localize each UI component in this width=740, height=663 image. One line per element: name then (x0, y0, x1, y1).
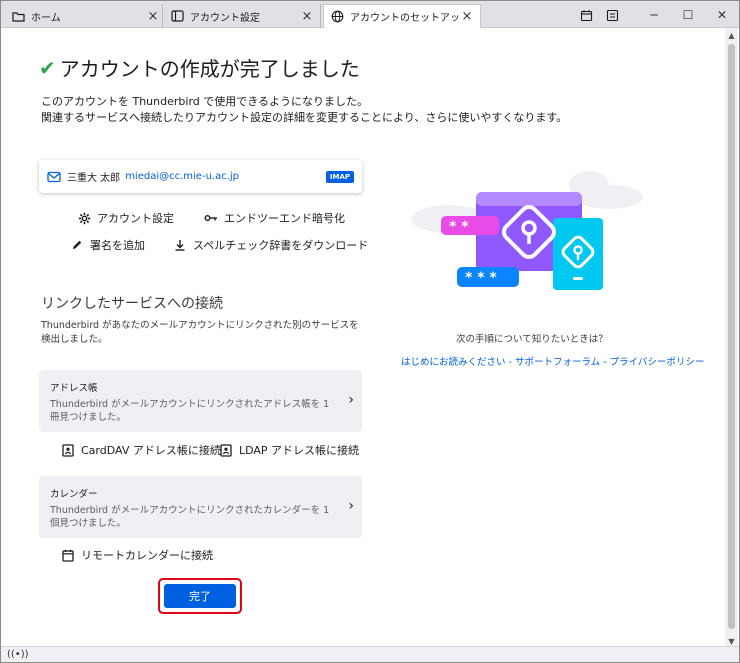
ldap-connect-link[interactable]: LDAP アドレス帳に接続 (219, 442, 359, 458)
e2e-encryption-link[interactable]: エンドツーエンド暗号化 (204, 210, 345, 226)
carddav-connect-label: CardDAV アドレス帳に接続 (81, 444, 221, 457)
checkmark-icon: ✔ (39, 55, 56, 80)
link-separator: - (603, 357, 607, 368)
app-window: ホーム アカウント設定 × アカウントのセットアップ × × ─ ☐ ✕ ▲ ▼… (0, 0, 740, 663)
add-signature-link[interactable]: 署名を追加 (70, 237, 145, 253)
window-controls: ─ ☐ ✕ (573, 4, 739, 26)
tab-home-close[interactable]: × (143, 4, 163, 28)
readme-link[interactable]: はじめにお読みください (401, 357, 506, 368)
account-settings-link[interactable]: アカウント設定 (77, 210, 174, 226)
close-icon[interactable]: × (460, 9, 474, 24)
settings-page-icon (170, 9, 184, 23)
remote-calendar-connect-link[interactable]: リモートカレンダーに接続 (61, 547, 213, 563)
tab-account-settings[interactable]: アカウント設定 × (164, 4, 321, 28)
scrollbar[interactable]: ▲ ▼ (725, 28, 738, 648)
support-forum-link[interactable]: サポートフォーラム (515, 357, 600, 368)
folder-icon (11, 9, 25, 23)
linked-services-title: リンクしたサービスへの接続 (41, 296, 223, 312)
finish-highlight: 完了 (158, 578, 242, 614)
tasks-icon[interactable] (599, 4, 625, 26)
close-window-icon[interactable]: ✕ (705, 4, 739, 26)
download-icon (173, 238, 187, 252)
protocol-badge: IMAP (325, 170, 354, 183)
page-title-text: アカウントの作成が完了しました (59, 57, 360, 81)
tab-account-setup[interactable]: アカウントのセットアップ × (323, 4, 481, 28)
svg-text:* * *: * * * (465, 270, 497, 286)
remote-calendar-connect-label: リモートカレンダーに接続 (81, 549, 213, 562)
tab-label: ホーム (31, 12, 61, 24)
e2e-encryption-label: エンドツーエンド暗号化 (224, 212, 345, 225)
calendar-desc: Thunderbird がメールアカウントにリンクされたカレンダーを 1 個見つ… (50, 505, 330, 529)
svg-text:* *: * * (449, 219, 469, 235)
online-status-icon[interactable]: ((•)) (7, 649, 29, 660)
spellcheck-download-label: スペルチェック辞書をダウンロード (193, 239, 369, 252)
link-separator: - (508, 357, 512, 368)
account-name: 三重大 太郎 (67, 173, 121, 184)
chevron-right-icon: › (348, 498, 354, 514)
add-signature-label: 署名を追加 (90, 239, 145, 252)
tab-label: アカウントのセットアップ (350, 13, 460, 24)
pen-icon (70, 238, 84, 252)
addressbook-card[interactable]: アドレス帳 Thunderbird がメールアカウントにリンクされたアドレス帳を… (39, 370, 362, 432)
chevron-right-icon: › (348, 392, 354, 408)
addressbook-desc: Thunderbird がメールアカウントにリンクされたアドレス帳を 1 冊見つ… (50, 399, 330, 423)
gear-icon (77, 211, 91, 225)
help-links: はじめにお読みください - サポートフォーラム - プライバシーポリシー (401, 354, 704, 368)
help-question: 次の手順について知りたいときは？ (456, 334, 608, 345)
maximize-icon[interactable]: ☐ (671, 4, 705, 26)
calendar-title: カレンダー (50, 489, 98, 500)
account-setup-illustration-icon: * * * * * (411, 171, 643, 290)
calendar-icon (61, 548, 75, 562)
tab-bar: ホーム アカウント設定 × アカウントのセットアップ × × ─ ☐ ✕ (1, 1, 739, 28)
finish-button[interactable]: 完了 (164, 584, 236, 608)
addressbook-title: アドレス帳 (50, 383, 98, 394)
privacy-policy-link[interactable]: プライバシーポリシー (610, 357, 705, 368)
scroll-thumb[interactable] (728, 44, 735, 629)
scroll-up-icon[interactable]: ▲ (725, 28, 738, 42)
tab-home[interactable]: ホーム (5, 4, 163, 28)
addressbook-icon (61, 443, 75, 457)
tab-label: アカウント設定 (190, 12, 260, 24)
spellcheck-download-link[interactable]: スペルチェック辞書をダウンロード (173, 237, 368, 253)
close-icon[interactable]: × (146, 9, 160, 24)
status-bar: ((•)) (1, 646, 739, 662)
intro-line-2: 関連するサービスへ接続したりアカウント設定の詳細を変更することにより、さらに使い… (41, 111, 568, 124)
ldap-connect-label: LDAP アドレス帳に接続 (239, 444, 360, 457)
calendar-card[interactable]: カレンダー Thunderbird がメールアカウントにリンクされたカレンダーを… (39, 476, 362, 538)
addressbook-icon (219, 443, 233, 457)
linked-services-desc: Thunderbird があなたのメールアカウントにリンクされた別のサービスを検… (41, 320, 359, 345)
account-settings-label: アカウント設定 (97, 212, 174, 225)
carddav-connect-link[interactable]: CardDAV アドレス帳に接続 (61, 442, 221, 458)
globe-icon (330, 10, 344, 24)
page-title: ✔ アカウントの作成が完了しました (39, 53, 360, 82)
intro-line-1: このアカウントを Thunderbird で使用できるようになりました。 (41, 95, 369, 108)
setup-illustration: * * * * * (409, 157, 645, 297)
account-email: miedai@cc.mie-u.ac.jp (125, 171, 240, 182)
close-icon[interactable]: × (300, 9, 314, 24)
key-icon (204, 211, 218, 225)
calendar-icon[interactable] (573, 4, 599, 26)
minimize-icon[interactable]: ─ (637, 4, 671, 26)
mail-account-icon (47, 171, 61, 183)
account-card: 三重大 太郎 miedai@cc.mie-u.ac.jp IMAP (39, 160, 362, 193)
